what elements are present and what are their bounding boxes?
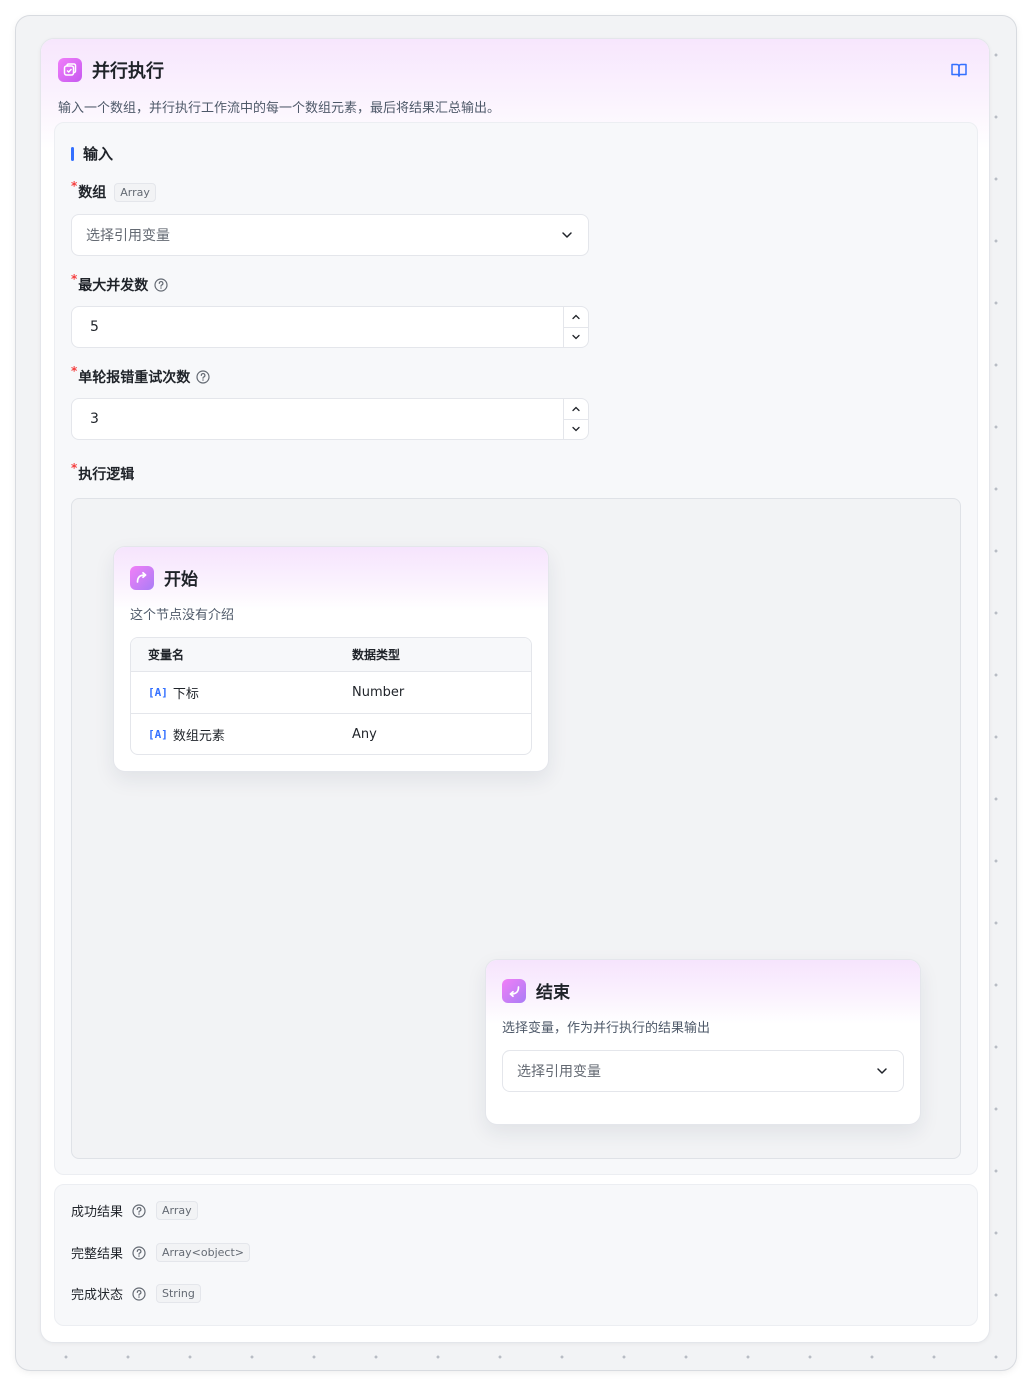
- retry-count-value: 3: [90, 411, 99, 427]
- end-select-placeholder: 选择引用变量: [517, 1064, 601, 1080]
- help-icon[interactable]: [196, 370, 210, 384]
- max-concurrency-input[interactable]: 5: [71, 306, 589, 348]
- retry-count-label: * 单轮报错重试次数: [71, 364, 210, 387]
- node-title-row: 并行执行: [58, 58, 164, 82]
- output-type-tag: Array<object>: [156, 1243, 250, 1262]
- decrement-button[interactable]: [564, 418, 588, 440]
- book-icon[interactable]: [950, 61, 968, 79]
- variable-type-icon: [A]: [148, 727, 168, 741]
- node-title: 并行执行: [92, 61, 164, 82]
- section-label: 输入: [83, 145, 114, 163]
- end-node[interactable]: 结束 选择变量，作为并行执行的结果输出 选择引用变量: [485, 959, 921, 1125]
- start-icon: [130, 565, 154, 590]
- type-tag: Array: [114, 182, 156, 202]
- array-field-label: * 数组 Array: [71, 179, 156, 202]
- node-description: 输入一个数组，并行执行工作流中的每一个数组元素，最后将结果汇总输出。: [58, 101, 501, 116]
- input-section-title: 输入: [71, 143, 113, 164]
- parallel-node-panel: 并行执行 输入一个数组，并行执行工作流中的每一个数组元素，最后将结果汇总输出。 …: [40, 38, 990, 1343]
- logic-subflow-canvas[interactable]: 开始 这个节点没有介绍 变量名 数据类型 [A] 下标 Number [A] 数…: [71, 498, 961, 1159]
- variable-type: Number: [352, 685, 405, 700]
- number-stepper: [563, 399, 588, 439]
- table-row: [A] 下标 Number: [131, 672, 531, 713]
- logic-label-text: 执行逻辑: [78, 467, 135, 483]
- chevron-down-icon: [572, 427, 580, 432]
- help-icon[interactable]: [132, 1203, 146, 1218]
- output-label: 成功结果: [71, 1205, 124, 1220]
- table-header: 变量名 数据类型: [131, 638, 531, 672]
- input-panel: 输入 * 数组 Array 选择引用变量 * 最大并发数 5 * 单轮报错重试次…: [54, 122, 978, 1175]
- array-select[interactable]: 选择引用变量: [71, 214, 589, 256]
- logic-label: * 执行逻辑: [71, 461, 135, 484]
- chevron-down-icon: [562, 232, 572, 238]
- end-node-title: 结束: [536, 983, 570, 1003]
- array-select-placeholder: 选择引用变量: [86, 228, 170, 244]
- table-row: [A] 数组元素 Any: [131, 713, 531, 754]
- section-accent-bar: [71, 146, 74, 161]
- variable-name-cell: [A] 下标: [131, 683, 352, 702]
- retry-count-label-text: 单轮报错重试次数: [78, 370, 191, 386]
- start-node-title: 开始: [164, 570, 198, 590]
- variable-type: Any: [352, 726, 377, 742]
- variable-type-icon: [A]: [148, 686, 168, 699]
- max-concurrency-value: 5: [90, 319, 99, 335]
- column-header-type: 数据类型: [352, 648, 401, 662]
- chevron-up-icon: [572, 314, 580, 319]
- end-variable-select[interactable]: 选择引用变量: [502, 1050, 904, 1092]
- output-type-tag: String: [156, 1284, 201, 1303]
- help-icon[interactable]: [154, 278, 168, 292]
- required-mark: *: [71, 461, 78, 475]
- end-node-description: 选择变量，作为并行执行的结果输出: [502, 1021, 711, 1036]
- output-row-status: 完成状态 String: [71, 1284, 201, 1303]
- output-row-success: 成功结果 Array: [71, 1201, 198, 1220]
- variable-name: 数组元素: [172, 728, 225, 744]
- column-header-name: 变量名: [148, 648, 185, 662]
- start-node[interactable]: 开始 这个节点没有介绍 变量名 数据类型 [A] 下标 Number [A] 数…: [113, 546, 549, 772]
- required-mark: *: [71, 364, 78, 378]
- chevron-down-icon: [877, 1068, 887, 1074]
- max-concurrency-label-text: 最大并发数: [78, 278, 149, 294]
- array-label-text: 数组: [78, 185, 107, 201]
- required-mark: *: [71, 179, 78, 193]
- start-node-description: 这个节点没有介绍: [130, 608, 235, 623]
- variable-table: 变量名 数据类型 [A] 下标 Number [A] 数组元素 Any: [130, 637, 532, 755]
- increment-button[interactable]: [564, 399, 588, 419]
- parallel-node-icon: [58, 58, 82, 82]
- start-node-title-row: 开始: [130, 565, 198, 590]
- help-icon[interactable]: [132, 1245, 146, 1260]
- variable-name-cell: [A] 数组元素: [131, 725, 352, 744]
- end-node-title-row: 结束: [502, 978, 570, 1003]
- max-concurrency-label: * 最大并发数: [71, 272, 168, 295]
- output-row-full: 完整结果 Array<object>: [71, 1243, 250, 1262]
- increment-button[interactable]: [564, 307, 588, 327]
- help-icon[interactable]: [132, 1286, 146, 1301]
- output-panel: 成功结果 Array 完整结果 Array<object> 完成状态 Strin…: [54, 1184, 978, 1326]
- output-label: 完成状态: [71, 1288, 124, 1303]
- variable-name: 下标: [172, 687, 199, 702]
- chevron-down-icon: [572, 335, 580, 340]
- retry-count-input[interactable]: 3: [71, 398, 589, 440]
- output-label: 完整结果: [71, 1247, 124, 1262]
- required-mark: *: [71, 272, 78, 286]
- end-icon: [502, 978, 526, 1003]
- decrement-button[interactable]: [564, 326, 588, 348]
- output-type-tag: Array: [156, 1201, 198, 1220]
- chevron-up-icon: [572, 406, 580, 411]
- number-stepper: [563, 307, 588, 347]
